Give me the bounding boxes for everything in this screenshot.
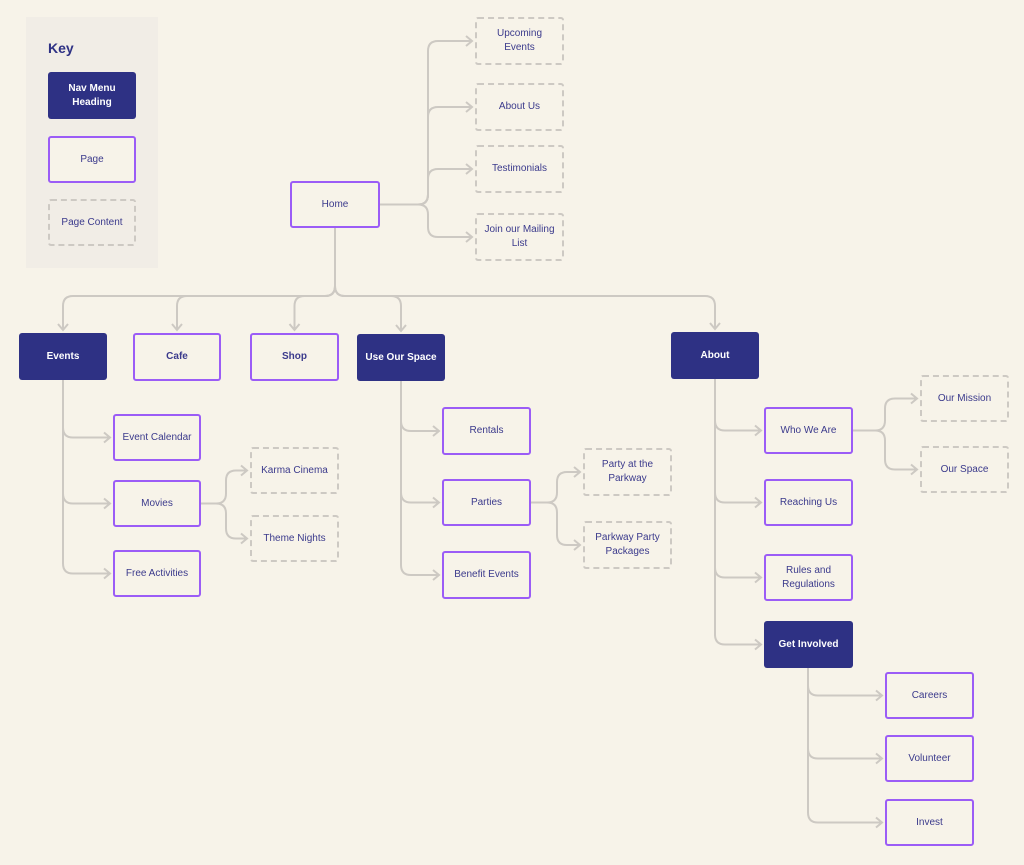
node-whoweare: Who We Are xyxy=(764,407,853,454)
node-invest: Invest xyxy=(885,799,974,846)
node-events: Events xyxy=(19,333,107,380)
node-theme: Theme Nights xyxy=(250,515,339,562)
node-free: Free Activities xyxy=(113,550,201,597)
node-partypark: Party at the Parkway xyxy=(583,448,672,496)
node-cafe: Cafe xyxy=(133,333,221,381)
key-page: Page xyxy=(48,136,136,183)
connector xyxy=(62,380,110,575)
connector xyxy=(853,397,917,432)
node-karma: Karma Cinema xyxy=(250,447,339,494)
node-aboutus: About Us xyxy=(475,83,564,131)
key-nav-menu-heading: Nav Menu Heading xyxy=(48,72,136,119)
key-title: Key xyxy=(48,40,74,56)
connector xyxy=(853,429,917,471)
node-careers: Careers xyxy=(885,672,974,719)
connector xyxy=(531,471,580,504)
node-testimonials: Testimonials xyxy=(475,145,564,193)
connector xyxy=(807,668,882,697)
connector xyxy=(380,106,472,206)
connector xyxy=(176,228,336,330)
connector xyxy=(380,203,472,238)
node-useourspace: Use Our Space xyxy=(357,334,445,381)
connector xyxy=(531,501,580,546)
connector xyxy=(62,380,110,505)
connector xyxy=(380,168,472,206)
node-parties: Parties xyxy=(442,479,531,526)
node-packages: Parkway Party Packages xyxy=(583,521,672,569)
connector xyxy=(714,379,761,646)
node-about: About xyxy=(671,332,759,379)
connector xyxy=(807,668,882,760)
node-volunteer: Volunteer xyxy=(885,735,974,782)
connector xyxy=(807,668,882,824)
connector xyxy=(714,379,761,432)
connector xyxy=(201,469,247,505)
key-page-content: Page Content xyxy=(48,199,136,246)
node-rules: Rules and Regulations xyxy=(764,554,853,601)
connector xyxy=(714,379,761,579)
connector xyxy=(400,381,439,504)
node-ourspace: Our Space xyxy=(920,446,1009,493)
node-rentals: Rentals xyxy=(442,407,531,455)
node-mailing: Join our Mailing List xyxy=(475,213,564,261)
node-home: Home xyxy=(290,181,380,228)
node-upcoming: Upcoming Events xyxy=(475,17,564,65)
node-movies: Movies xyxy=(113,480,201,527)
connector xyxy=(201,502,247,540)
connector xyxy=(62,380,110,439)
connector xyxy=(293,228,336,330)
connector xyxy=(714,379,761,504)
node-involved: Get Involved xyxy=(764,621,853,668)
connector xyxy=(400,381,439,576)
node-benefit: Benefit Events xyxy=(442,551,531,599)
connector xyxy=(400,381,439,432)
node-mission: Our Mission xyxy=(920,375,1009,422)
connector xyxy=(380,40,472,206)
node-calendar: Event Calendar xyxy=(113,414,201,461)
node-reaching: Reaching Us xyxy=(764,479,853,526)
node-shop: Shop xyxy=(250,333,339,381)
connector xyxy=(334,228,402,331)
